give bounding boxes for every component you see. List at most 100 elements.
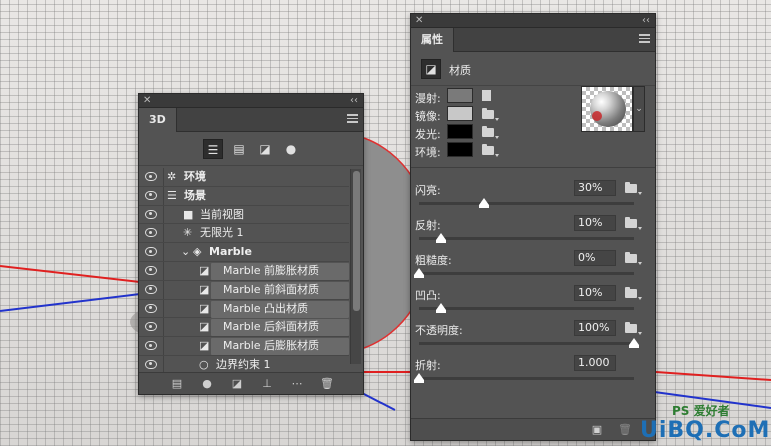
folder-icon[interactable] [625,322,642,335]
trash-icon[interactable]: 🗑 [319,376,335,392]
scene-filter-icon[interactable]: ☰ [203,139,223,159]
layer-row[interactable]: ✳ 无限光 1 [139,224,349,244]
slider-thumb[interactable] [414,268,424,278]
eye-icon[interactable] [145,265,157,275]
slider-track[interactable] [419,198,634,208]
y-axis-line-left [0,293,141,312]
layer-row[interactable]: ☰ 场景 [139,186,349,206]
layer-row[interactable]: ◪ Marble 凸出材质 [139,299,349,319]
eye-icon[interactable] [145,303,157,313]
slider-thumb[interactable] [435,233,446,243]
eye-icon[interactable] [145,341,157,351]
new-mesh-icon[interactable]: ▤ [169,376,185,392]
slider-track[interactable] [414,268,634,278]
eye-icon[interactable] [145,359,157,369]
color-swatch[interactable] [447,124,473,139]
slider-label: 闪亮: [415,184,441,197]
slider-thumb[interactable] [414,373,424,383]
divider [163,299,164,318]
slider-thumb[interactable] [629,338,639,348]
slider-thumb[interactable] [435,303,446,313]
camera-icon: ■ [183,207,194,221]
layer-row[interactable]: ◪ Marble 后斜面材质 [139,318,349,338]
eye-icon[interactable] [145,209,157,219]
slider-value-input[interactable]: 10% [574,215,616,231]
add-light-icon[interactable]: ● [199,376,215,392]
folder-icon[interactable] [482,126,499,139]
drop-to-ground-icon[interactable]: ⊥ [259,376,275,392]
tab-3d[interactable]: 3D [139,108,177,132]
texture-doc-icon[interactable] [482,90,491,101]
folder-icon[interactable] [482,144,499,157]
slider-value-input[interactable]: 10% [574,285,616,301]
mesh-filter-icon[interactable]: ▤ [229,139,249,159]
collapse-icon[interactable]: ‹‹ [350,94,358,107]
layer-row[interactable]: ■ 当前视图 [139,205,349,225]
light-filter-icon[interactable]: ● [281,139,301,159]
slider-track[interactable] [419,233,634,243]
layer-row[interactable]: ◪ Marble 后膨胀材质 [139,337,349,356]
layer-scrollbar[interactable] [350,169,361,364]
folder-icon[interactable] [625,217,642,230]
material-icon[interactable]: ◪ [421,59,441,79]
scene-icon: ☰ [167,188,177,202]
panel-menu-icon[interactable] [639,34,650,43]
material-section-bar: ◪ 材质 [411,52,655,86]
chevron-down-icon[interactable]: ⌄ [181,243,190,261]
layer-label: Marble 凸出材质 [223,301,309,315]
eye-icon[interactable] [145,172,157,181]
folder-icon[interactable] [625,287,642,300]
slider-thumb[interactable] [478,198,489,208]
eye-icon[interactable] [145,247,157,257]
slider-track[interactable] [419,303,634,313]
collapse-icon[interactable]: ‹‹ [642,14,650,27]
slider-value-input[interactable]: 30% [574,180,616,196]
layer-label: 场景 [184,188,206,202]
3d-panel-titlebar[interactable]: ✕ ‹‹ [139,94,363,108]
filter-bar: ☰ ▤ ◪ ● [139,132,363,166]
swatch-label: 环境: [415,146,441,159]
divider [163,224,164,243]
trash-icon[interactable]: 🗑 [617,422,633,438]
material-preview[interactable] [581,86,633,132]
layer-row[interactable]: ⌄ ◈ Marble [139,243,349,262]
slider-value-input[interactable]: 100% [574,320,616,336]
color-swatch[interactable] [447,88,473,103]
layer-label: Marble 后斜面材质 [223,320,320,334]
slider-label: 反射: [415,219,441,232]
properties-titlebar[interactable]: ✕ ‹‹ [411,14,655,28]
color-swatch[interactable] [447,142,473,157]
slider-value-input[interactable]: 1.000 [574,355,616,371]
eye-icon[interactable] [145,322,157,332]
layer-row[interactable]: ◪ Marble 前斜面材质 [139,280,349,300]
slider-label: 不透明度: [415,324,463,337]
tab-properties[interactable]: 属性 [411,28,454,52]
close-icon[interactable]: ✕ [143,94,151,107]
layer-label: 当前视图 [200,207,244,221]
folder-icon[interactable] [482,108,499,121]
add-material-icon[interactable]: ◪ [229,376,245,392]
eye-icon[interactable] [145,228,157,238]
scrollbar-thumb[interactable] [353,171,360,311]
layer-list: ✲ 环境 ☰ 场景 ■ 当前视图 ✳ 无限光 1 ⌄ ◈ Marble ◪ Marble 前膨胀材质 ◪ M… [139,168,349,375]
slider-track[interactable] [414,373,634,383]
slider-value-input[interactable]: 0% [574,250,616,266]
folder-icon[interactable] [625,252,642,265]
layer-row[interactable]: ◪ Marble 前膨胀材质 [139,261,349,281]
material-filter-icon[interactable]: ◪ [255,139,275,159]
layer-row[interactable]: ✲ 环境 [139,168,349,187]
divider [163,280,164,299]
3d-tabbar: 3D [139,108,363,132]
eye-icon[interactable] [145,190,157,200]
panel-menu-icon[interactable] [347,114,358,123]
color-swatch[interactable] [447,106,473,121]
layer-label: 环境 [184,170,206,183]
folder-icon[interactable] [625,182,642,195]
eye-icon[interactable] [145,284,157,294]
divider [163,261,164,280]
apply-icon[interactable]: ▣ [589,422,605,438]
close-icon[interactable]: ✕ [415,14,423,27]
slider-track[interactable] [419,338,639,348]
constraint-icon[interactable]: ⋯ [289,376,305,392]
chevron-down-icon[interactable]: ⌄ [633,86,645,132]
